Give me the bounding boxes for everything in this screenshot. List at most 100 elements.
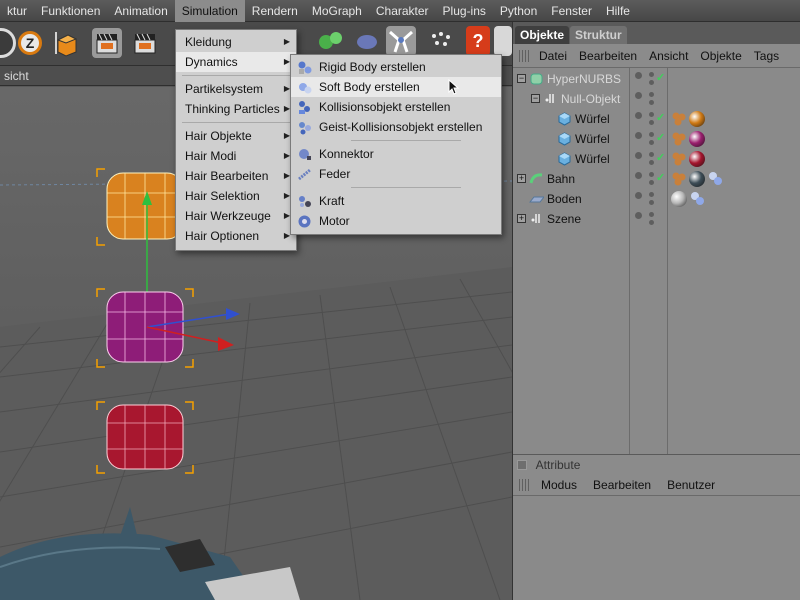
object-name[interactable]: Boden (547, 192, 582, 206)
particle-tag-icon[interactable] (671, 111, 687, 127)
layout-icon[interactable] (494, 26, 512, 56)
cube-purple[interactable] (96, 288, 194, 368)
panel-grip-icon[interactable] (519, 478, 529, 491)
dynamics-menu-item-motor[interactable]: Motor (291, 211, 501, 231)
render-visibility-dot[interactable] (649, 212, 654, 217)
menu-ktur[interactable]: ktur (0, 0, 34, 22)
editor-visibility-dot[interactable] (635, 112, 642, 119)
render-picture-icon[interactable] (130, 28, 160, 58)
editor-visibility-dot[interactable] (635, 132, 642, 139)
render-visibility-dot[interactable] (649, 72, 654, 77)
tab-struktur[interactable]: Struktur (570, 26, 627, 44)
dynamics-menu-item-feder[interactable]: Feder (291, 164, 501, 184)
dynamics-body-tag-icon[interactable] (689, 191, 705, 207)
simulation-menu-item-hair-objekte[interactable]: Hair Objekte ▶ (176, 126, 296, 146)
object-row-bahn[interactable]: + Bahn ✓ (513, 169, 800, 189)
simulation-menu-item-hair-optionen[interactable]: Hair Optionen ▶ (176, 226, 296, 246)
menu-python[interactable]: Python (493, 0, 544, 22)
material-tag-icon[interactable] (689, 131, 705, 147)
expand-icon[interactable]: + (517, 174, 526, 183)
particle-tag-icon[interactable] (671, 131, 687, 147)
dynamics-menu-item-rigid-body-erstellen[interactable]: Rigid Body erstellen (291, 57, 501, 77)
menu-charakter[interactable]: Charakter (369, 0, 436, 22)
enabled-check-icon[interactable]: ✓ (656, 111, 665, 124)
render-visibility-dot[interactable] (649, 100, 654, 105)
editor-visibility-dot[interactable] (635, 92, 642, 99)
tab-objekte[interactable]: Objekte (515, 26, 570, 44)
object-name[interactable]: Null-Objekt (561, 92, 620, 106)
objects-menu-bearbeiten[interactable]: Bearbeiten (573, 49, 643, 63)
enabled-check-icon[interactable]: ✓ (656, 171, 665, 184)
material-tag-icon[interactable] (689, 171, 705, 187)
simulation-menu-item-hair-bearbeiten[interactable]: Hair Bearbeiten ▶ (176, 166, 296, 186)
editor-visibility-dot[interactable] (635, 212, 642, 219)
render-visibility-dot[interactable] (649, 120, 654, 125)
enabled-check-icon[interactable]: ✓ (656, 131, 665, 144)
z-axis-lock-icon[interactable]: Z (18, 31, 42, 55)
render-visibility-dot[interactable] (649, 92, 654, 97)
render-visibility-dot[interactable] (649, 192, 654, 197)
object-name[interactable]: Szene (547, 212, 581, 226)
hypernurbs-tool-icon[interactable] (316, 26, 346, 56)
menu-animation[interactable]: Animation (107, 0, 174, 22)
object-name[interactable]: Würfel (575, 132, 610, 146)
dynamics-menu-item-konnektor[interactable]: Konnektor (291, 144, 501, 164)
simulation-menu-item-thinking-particles[interactable]: Thinking Particles ▶ (176, 99, 296, 119)
render-visibility-dot[interactable] (649, 160, 654, 165)
dynamics-menu-item-kraft[interactable]: Kraft (291, 191, 501, 211)
object-row-w-rfel[interactable]: Würfel ✓ (513, 129, 800, 149)
help-icon[interactable]: ? (466, 26, 490, 56)
objects-menu-ansicht[interactable]: Ansicht (643, 49, 694, 63)
enabled-check-icon[interactable]: ✓ (656, 151, 665, 164)
panel-grip-icon[interactable] (519, 49, 529, 62)
material-tag-icon[interactable] (671, 191, 687, 207)
object-name[interactable]: Würfel (575, 112, 610, 126)
menu-simulation[interactable]: Simulation (174, 0, 245, 22)
render-visibility-dot[interactable] (649, 112, 654, 117)
dynamics-body-tag-icon[interactable] (707, 171, 723, 187)
menu-fenster[interactable]: Fenster (544, 0, 599, 22)
scene-icon[interactable] (386, 26, 416, 56)
render-visibility-dot[interactable] (649, 172, 654, 177)
object-row-null-objekt[interactable]: − Null-Objekt (513, 89, 800, 109)
particle-tag-icon[interactable] (671, 151, 687, 167)
objects-menu-tags[interactable]: Tags (748, 49, 785, 63)
enabled-check-icon[interactable]: ✓ (656, 71, 665, 84)
render-visibility-dot[interactable] (649, 200, 654, 205)
object-name[interactable]: HyperNURBS (547, 72, 621, 86)
rotate-tool-icon[interactable] (0, 28, 16, 58)
collapse-icon[interactable]: − (531, 94, 540, 103)
simulation-menu-item-hair-modi[interactable]: Hair Modi ▶ (176, 146, 296, 166)
particle-tag-icon[interactable] (671, 171, 687, 187)
simulation-menu-item-hair-selektion[interactable]: Hair Selektion ▶ (176, 186, 296, 206)
render-view-icon[interactable] (92, 28, 122, 58)
dynamics-menu-item-soft-body-erstellen[interactable]: Soft Body erstellen (291, 77, 501, 97)
object-name[interactable]: Bahn (547, 172, 575, 186)
simulation-menu-item-partikelsystem[interactable]: Partikelsystem ▶ (176, 79, 296, 99)
menu-mograph[interactable]: MoGraph (305, 0, 369, 22)
dynamics-menu-item-geist-kollisionsobjekt-erstellen[interactable]: Geist-Kollisionsobjekt erstellen (291, 117, 501, 137)
object-row-hypernurbs[interactable]: − HyperNURBS ✓ (513, 69, 800, 89)
editor-visibility-dot[interactable] (635, 152, 642, 159)
editor-visibility-dot[interactable] (635, 172, 642, 179)
attributes-menu-benutzer[interactable]: Benutzer (659, 478, 723, 492)
menu-hilfe[interactable]: Hilfe (599, 0, 637, 22)
objects-menu-datei[interactable]: Datei (533, 49, 573, 63)
simulation-menu-item-hair-werkzeuge[interactable]: Hair Werkzeuge ▶ (176, 206, 296, 226)
render-visibility-dot[interactable] (649, 80, 654, 85)
cube-red[interactable] (96, 401, 194, 474)
menu-plug-ins[interactable]: Plug-ins (436, 0, 493, 22)
menu-funktionen[interactable]: Funktionen (34, 0, 107, 22)
attributes-menu-modus[interactable]: Modus (533, 478, 585, 492)
simulation-menu-item-kleidung[interactable]: Kleidung ▶ (176, 32, 296, 52)
deformer-icon[interactable] (352, 26, 382, 56)
object-list[interactable]: − HyperNURBS ✓ − Null-Objekt Würfel ✓ Würfel ✓ Wü… (513, 68, 800, 468)
render-visibility-dot[interactable] (649, 140, 654, 145)
render-visibility-dot[interactable] (649, 220, 654, 225)
coordinate-system-icon[interactable] (50, 28, 80, 58)
attributes-menu-bearbeiten[interactable]: Bearbeiten (585, 478, 659, 492)
object-row-szene[interactable]: + Szene (513, 209, 800, 229)
dynamics-menu-item-kollisionsobjekt-erstellen[interactable]: Kollisionsobjekt erstellen (291, 97, 501, 117)
particles-icon[interactable] (426, 26, 456, 56)
editor-visibility-dot[interactable] (635, 72, 642, 79)
